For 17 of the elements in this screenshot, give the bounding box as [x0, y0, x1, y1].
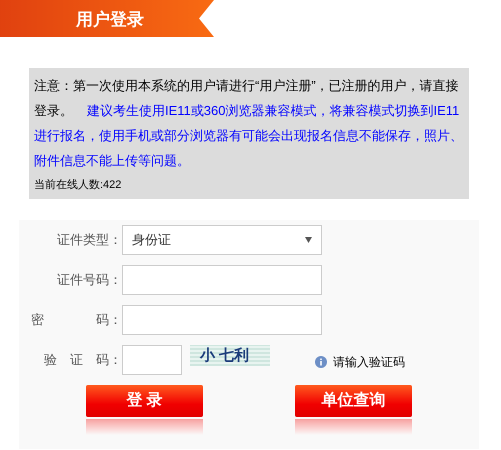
- notice-text: 注意：第一次使用本系统的用户请进行“用户注册”，已注册的用户，请直接登录。 建议考生使用IE11或360浏览器兼容模式，将兼容模式切换到IE11进行报名，使用手机或部分浏览器有可能会出现报名信息不能保存，照片、附件信息不能上传等问题。: [34, 77, 464, 170]
- unit-query-button[interactable]: 单位查询: [295, 385, 412, 417]
- password-field[interactable]: [122, 305, 322, 335]
- login-button[interactable]: 登 录: [86, 385, 203, 417]
- id-type-select[interactable]: 身份证: [122, 225, 322, 255]
- captcha-image[interactable]: 小 七利: [190, 345, 270, 366]
- captcha-field[interactable]: [122, 345, 182, 375]
- id-number-field[interactable]: [122, 265, 322, 295]
- field-label: 证件号码：: [57, 271, 122, 290]
- captcha-hint: 请输入验证码: [333, 354, 405, 371]
- online-count: 当前在线人数:422: [34, 178, 122, 193]
- field-label: 密 码：: [31, 311, 122, 330]
- dropdown-caret-icon: [305, 237, 312, 243]
- field-label: 验 证 码：: [44, 351, 122, 370]
- field-label: 证件类型：: [57, 231, 122, 250]
- header-title: 用户登录: [76, 9, 144, 31]
- info-icon: [315, 356, 327, 368]
